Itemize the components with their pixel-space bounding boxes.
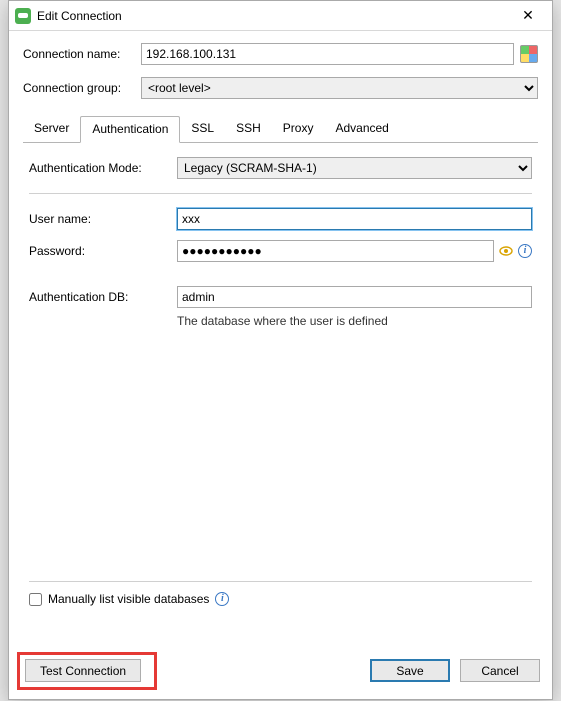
auth-db-helper: The database where the user is defined bbox=[177, 314, 532, 328]
tab-ssl[interactable]: SSL bbox=[180, 116, 225, 143]
username-label: User name: bbox=[29, 212, 177, 226]
list-databases-info-icon[interactable]: i bbox=[215, 592, 229, 606]
auth-mode-select[interactable]: Legacy (SCRAM-SHA-1) bbox=[177, 157, 532, 179]
tab-proxy[interactable]: Proxy bbox=[272, 116, 325, 143]
cancel-button[interactable]: Cancel bbox=[460, 659, 540, 682]
password-label: Password: bbox=[29, 244, 177, 258]
tab-authentication[interactable]: Authentication bbox=[80, 116, 180, 143]
tab-advanced[interactable]: Advanced bbox=[324, 116, 399, 143]
password-row: Password: i bbox=[29, 240, 532, 262]
tab-server[interactable]: Server bbox=[23, 116, 80, 143]
test-connection-highlight: Test Connection bbox=[19, 656, 147, 685]
test-connection-button[interactable]: Test Connection bbox=[25, 659, 141, 682]
connection-name-input[interactable] bbox=[141, 43, 514, 65]
titlebar: Edit Connection ✕ bbox=[9, 1, 552, 31]
app-icon bbox=[15, 8, 31, 24]
separator bbox=[29, 193, 532, 194]
auth-db-input[interactable] bbox=[177, 286, 532, 308]
dialog-footer: Test Connection Save Cancel bbox=[9, 650, 552, 699]
username-row: User name: bbox=[29, 208, 532, 230]
auth-db-row: Authentication DB: bbox=[29, 286, 532, 308]
tab-bar: Server Authentication SSL SSH Proxy Adva… bbox=[23, 115, 538, 143]
auth-mode-row: Authentication Mode: Legacy (SCRAM-SHA-1… bbox=[29, 157, 532, 179]
separator-bottom bbox=[29, 581, 532, 582]
edit-connection-dialog: Edit Connection ✕ Connection name: Conne… bbox=[8, 0, 553, 700]
password-info-icon[interactable]: i bbox=[518, 244, 532, 258]
close-button[interactable]: ✕ bbox=[508, 2, 548, 30]
connection-name-label: Connection name: bbox=[23, 47, 141, 61]
auth-mode-label: Authentication Mode: bbox=[29, 161, 177, 175]
auth-db-label: Authentication DB: bbox=[29, 290, 177, 304]
username-input[interactable] bbox=[177, 208, 532, 230]
color-picker-button[interactable] bbox=[520, 45, 538, 63]
close-icon: ✕ bbox=[522, 7, 534, 24]
connection-name-row: Connection name: bbox=[23, 43, 538, 65]
authentication-panel: Authentication Mode: Legacy (SCRAM-SHA-1… bbox=[23, 143, 538, 642]
window-title: Edit Connection bbox=[37, 9, 508, 23]
dialog-body: Connection name: Connection group: <root… bbox=[9, 31, 552, 650]
save-button[interactable]: Save bbox=[370, 659, 450, 682]
tab-ssh[interactable]: SSH bbox=[225, 116, 272, 143]
list-databases-checkbox[interactable] bbox=[29, 593, 42, 606]
reveal-password-icon[interactable] bbox=[498, 243, 514, 259]
connection-group-row: Connection group: <root level> bbox=[23, 77, 538, 99]
list-databases-row: Manually list visible databases i bbox=[29, 592, 532, 606]
list-databases-label: Manually list visible databases bbox=[48, 592, 209, 606]
connection-group-label: Connection group: bbox=[23, 81, 141, 95]
connection-group-select[interactable]: <root level> bbox=[141, 77, 538, 99]
password-input[interactable] bbox=[177, 240, 494, 262]
